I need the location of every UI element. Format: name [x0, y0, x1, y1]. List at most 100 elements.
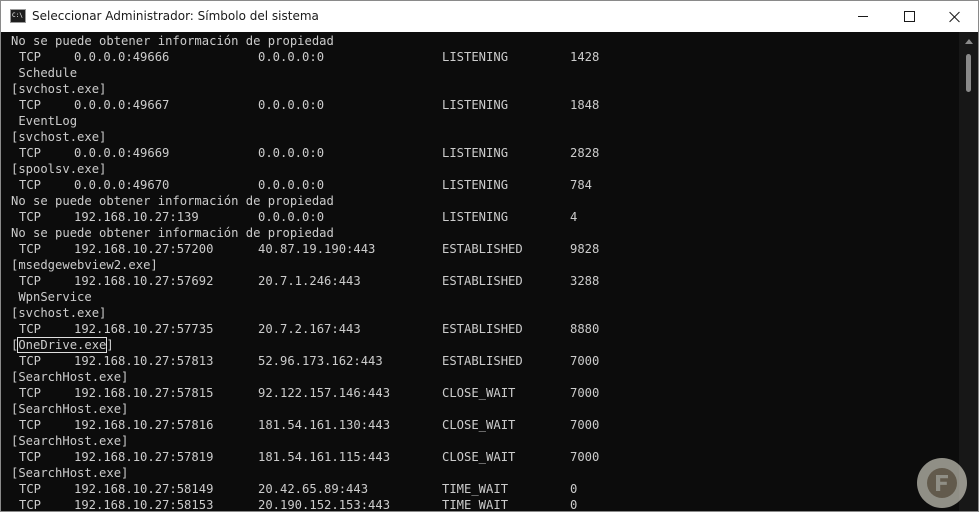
local-address-cell: 192.168.10.27:57819 [74, 450, 214, 464]
foreign-address-cell: 52.96.173.162:443 [258, 354, 383, 368]
state-cell: LISTENING [442, 98, 509, 112]
connection-row: TCP 192.168.10.27:139 0.0.0.0:0 LISTENING 4 [11, 209, 577, 225]
pid-cell: 9828 [570, 242, 600, 256]
state-cell: CLOSE_WAIT [442, 450, 516, 464]
console-text-line: [SearchHost.exe] [11, 466, 129, 480]
console-text-line: [svchost.exe] [11, 82, 107, 96]
pid-cell: 0 [570, 498, 578, 512]
pid-cell: 7000 [570, 450, 600, 464]
foreign-address-cell: 0.0.0.0:0 [258, 50, 325, 64]
protocol-cell: TCP [19, 98, 42, 112]
title-bar[interactable]: C:\ Seleccionar Administrador: Símbolo d… [1, 1, 978, 32]
scroll-up-arrow-icon[interactable] [965, 39, 973, 44]
console-text-line: No se puede obtener información de propi… [11, 226, 334, 240]
local-address-cell: 0.0.0.0:49670 [74, 178, 170, 192]
pid-cell: 4 [570, 210, 578, 224]
maximize-button[interactable] [886, 1, 932, 32]
protocol-cell: TCP [19, 274, 42, 288]
protocol-cell: TCP [19, 178, 42, 192]
protocol-cell: TCP [19, 418, 42, 432]
connection-row: TCP 192.168.10.27:57819 181.54.161.115:443… [11, 449, 599, 465]
console-text-line: [msedgewebview2.exe] [11, 258, 158, 272]
protocol-cell: TCP [19, 450, 42, 464]
connection-row: TCP 0.0.0.0:49669 0.0.0.0:0 LISTENING 2828 [11, 145, 599, 161]
connection-row: TCP 192.168.10.27:57735 20.7.2.167:443 ESTA… [11, 321, 599, 337]
cmd-icon: C:\ [10, 9, 26, 23]
pid-cell: 1428 [570, 50, 600, 64]
state-cell: ESTABLISHED [442, 322, 523, 336]
pid-cell: 7000 [570, 418, 600, 432]
state-cell: LISTENING [442, 146, 509, 160]
pid-cell: 8880 [570, 322, 600, 336]
local-address-cell: 192.168.10.27:57692 [74, 274, 214, 288]
pid-cell: 1848 [570, 98, 600, 112]
state-cell: ESTABLISHED [442, 242, 523, 256]
console-text-line: [svchost.exe] [11, 130, 107, 144]
pid-cell: 2828 [570, 146, 600, 160]
connection-row: TCP 192.168.10.27:58149 20.42.65.89:443 TIM… [11, 481, 577, 497]
protocol-cell: TCP [19, 242, 42, 256]
console-text-line: [SearchHost.exe] [11, 434, 129, 448]
console-text-line: No se puede obtener información de propi… [11, 194, 334, 208]
connection-row: TCP 192.168.10.27:58153 20.190.152.153:443… [11, 497, 577, 512]
protocol-cell: TCP [19, 482, 42, 496]
command-prompt-window: C:\ Seleccionar Administrador: Símbolo d… [0, 0, 979, 512]
console-text-line: Schedule [11, 66, 78, 80]
foreign-address-cell: 0.0.0.0:0 [258, 178, 325, 192]
state-cell: ESTABLISHED [442, 274, 523, 288]
pid-cell: 7000 [570, 354, 600, 368]
local-address-cell: 0.0.0.0:49667 [74, 98, 170, 112]
local-address-cell: 192.168.10.27:57735 [74, 322, 214, 336]
console-output[interactable]: No se puede obtener información de propi… [1, 32, 959, 512]
protocol-cell: TCP [19, 322, 42, 336]
minimize-icon [858, 16, 868, 17]
local-address-cell: 192.168.10.27:57816 [74, 418, 214, 432]
connection-row: TCP 192.168.10.27:57815 92.122.157.146:443… [11, 385, 599, 401]
console-text-line: No se puede obtener información de propi… [11, 34, 334, 48]
pid-cell: 3288 [570, 274, 600, 288]
local-address-cell: 192.168.10.27:57815 [74, 386, 214, 400]
local-address-cell: 0.0.0.0:49666 [74, 50, 170, 64]
connection-row: TCP 0.0.0.0:49670 0.0.0.0:0 LISTENING 784 [11, 177, 592, 193]
connection-row: TCP 192.168.10.27:57816 181.54.161.130:443… [11, 417, 599, 433]
console-text-line: [SearchHost.exe] [11, 370, 129, 384]
console-text-line: EventLog [11, 114, 78, 128]
state-cell: TIME_WAIT [442, 498, 509, 512]
protocol-cell: TCP [19, 50, 42, 64]
local-address-cell: 192.168.10.27:58153 [74, 498, 214, 512]
state-cell: TIME_WAIT [442, 482, 509, 496]
connection-row: TCP 192.168.10.27:57813 52.96.173.162:443 E… [11, 353, 599, 369]
bracket-close: ] [106, 338, 114, 352]
state-cell: LISTENING [442, 210, 509, 224]
console-text-line: [svchost.exe] [11, 306, 107, 320]
close-button[interactable] [932, 1, 978, 32]
selected-text[interactable]: OneDrive.exe [17, 337, 108, 353]
local-address-cell: 0.0.0.0:49669 [74, 146, 170, 160]
pid-cell: 7000 [570, 386, 600, 400]
foreign-address-cell: 0.0.0.0:0 [258, 146, 325, 160]
local-address-cell: 192.168.10.27:57813 [74, 354, 214, 368]
protocol-cell: TCP [19, 210, 42, 224]
state-cell: LISTENING [442, 178, 509, 192]
pid-cell: 0 [570, 482, 578, 496]
foreign-address-cell: 20.190.152.153:443 [258, 498, 391, 512]
foreign-address-cell: 181.54.161.115:443 [258, 450, 391, 464]
state-cell: ESTABLISHED [442, 354, 523, 368]
foreign-address-cell: 40.87.19.190:443 [258, 242, 376, 256]
state-cell: CLOSE_WAIT [442, 418, 516, 432]
local-address-cell: 192.168.10.27:139 [74, 210, 199, 224]
foreign-address-cell: 0.0.0.0:0 [258, 98, 325, 112]
foreign-address-cell: 92.122.157.146:443 [258, 386, 391, 400]
vertical-scrollbar[interactable] [959, 32, 978, 511]
scrollbar-thumb[interactable] [966, 54, 971, 92]
minimize-button[interactable] [840, 1, 886, 32]
protocol-cell: TCP [19, 354, 42, 368]
close-icon [949, 11, 961, 23]
console-text-line: WpnService [11, 290, 92, 304]
protocol-cell: TCP [19, 386, 42, 400]
protocol-cell: TCP [19, 498, 42, 512]
state-cell: LISTENING [442, 50, 509, 64]
console-lines: No se puede obtener información de propi… [11, 33, 599, 512]
console-text-line: [SearchHost.exe] [11, 402, 129, 416]
local-address-cell: 192.168.10.27:58149 [74, 482, 214, 496]
